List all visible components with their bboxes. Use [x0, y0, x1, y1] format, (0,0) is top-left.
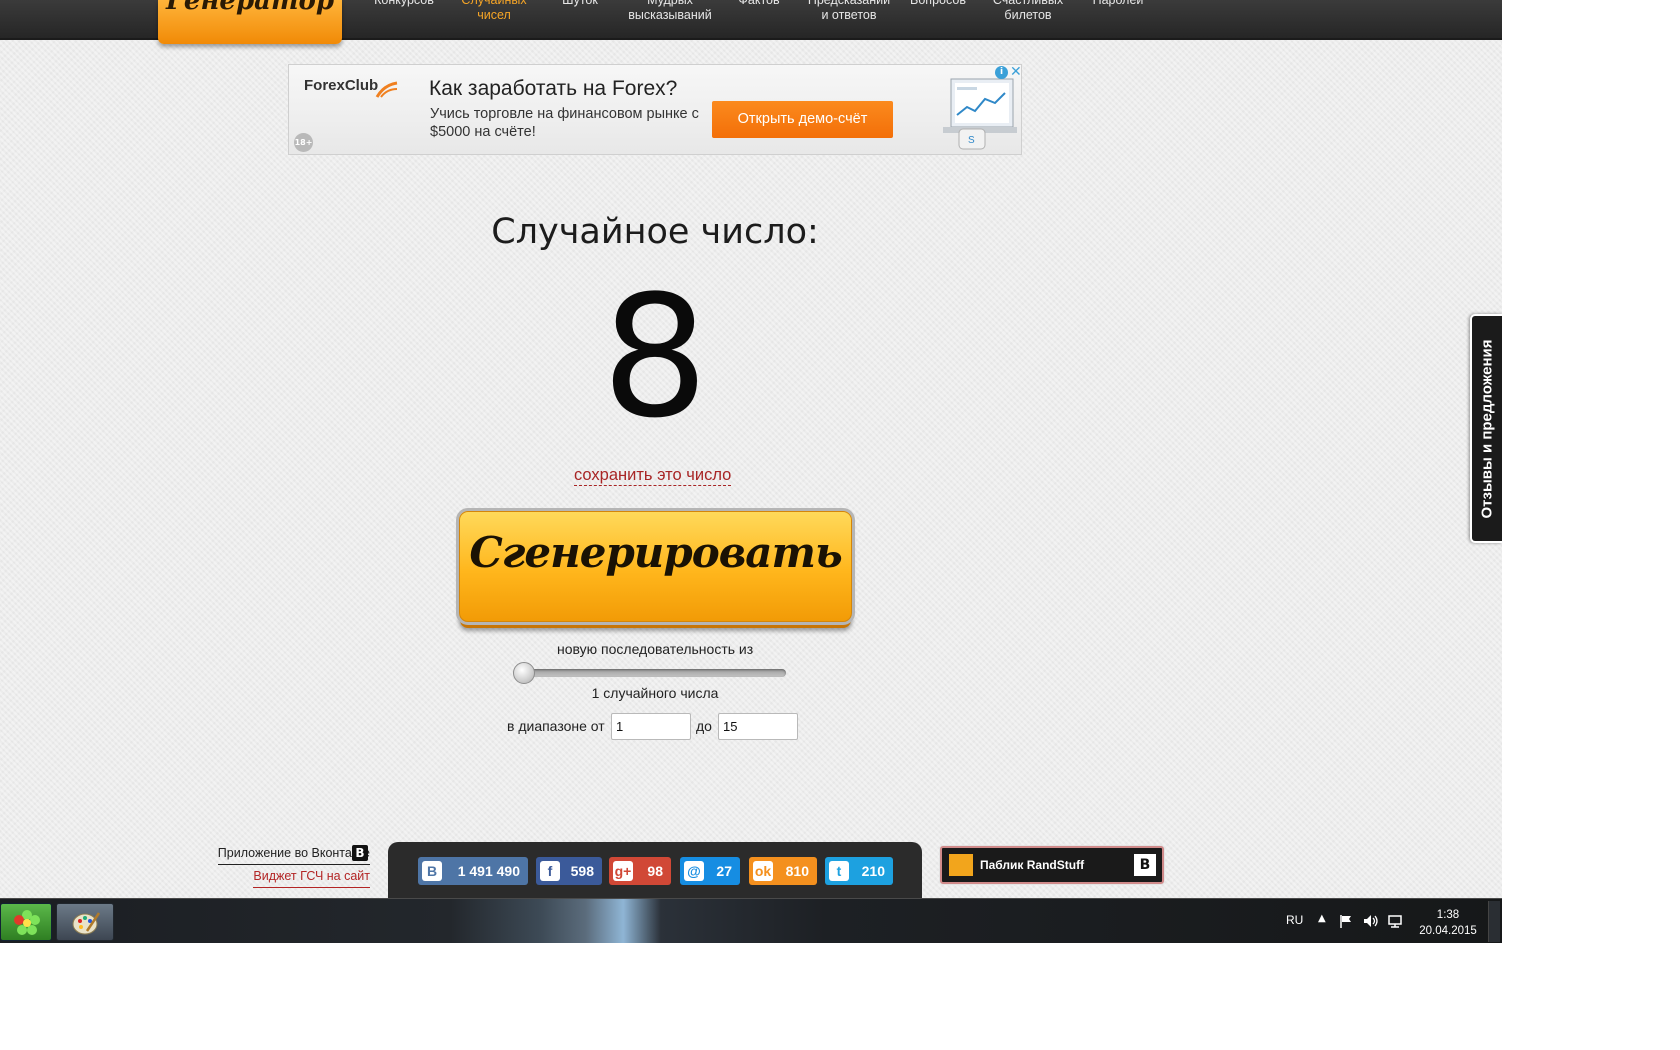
show-desktop-button[interactable]	[1488, 901, 1500, 942]
age-rating-badge: 18+	[294, 133, 313, 152]
share-mailru-button[interactable]: @27	[680, 857, 740, 885]
action-center-flag-icon[interactable]	[1338, 913, 1354, 929]
icq-flower-icon	[14, 910, 40, 935]
ad-text: Учись торговле на финансовом рынке с $50…	[430, 106, 699, 140]
nav-label: Конкурсов	[374, 0, 434, 7]
sequence-label: новую последовательность из	[557, 641, 754, 657]
nav-label: Случайных	[461, 0, 527, 7]
facebook-icon: f	[540, 861, 560, 881]
nav-item-quotes[interactable]: Мудрых высказываний	[620, 0, 720, 38]
nav-item-lucky-tickets[interactable]: Счастливых билетов	[978, 0, 1078, 38]
nav-label: чисел	[477, 8, 511, 22]
save-number-link[interactable]: сохранить это число	[574, 465, 732, 486]
clock-time: 1:38	[1436, 909, 1460, 921]
randstuff-logo-icon	[949, 854, 973, 876]
footer-links: Приложение во Вконтакте Виджет ГСЧ на са…	[150, 842, 370, 888]
share-count: 1 491 490	[457, 863, 520, 879]
nav-item-jokes[interactable]: Шуток	[530, 0, 630, 38]
mailru-icon: @	[684, 861, 704, 881]
nav-item-random-numbers[interactable]: Случайных чисел	[444, 0, 544, 38]
nav-item-questions[interactable]: Вопросов	[888, 0, 988, 38]
nav-label: Предсказаний	[807, 0, 891, 7]
laptop-chart-icon: S	[943, 78, 1017, 150]
range-from-input[interactable]	[611, 713, 691, 740]
ad-banner[interactable]: ForexClub Как заработать на Forex? Учись…	[288, 64, 1022, 155]
system-clock[interactable]: 1:38 20.04.2015	[1418, 907, 1478, 939]
nav-label: билетов	[1004, 8, 1052, 22]
range-to-input[interactable]	[718, 713, 798, 740]
count-label: 1 случайного числа	[591, 685, 719, 701]
nav-item-contests[interactable]: Конкурсов	[354, 0, 454, 38]
nav-label: Фактов	[738, 0, 780, 7]
range-to-label: до	[696, 718, 712, 734]
vk-icon: B	[422, 861, 442, 881]
nav-label: Вопросов	[910, 0, 966, 7]
share-count: 98	[647, 863, 663, 879]
ad-brand: ForexClub	[304, 77, 379, 94]
volume-icon[interactable]	[1362, 913, 1380, 929]
icq-taskbar-button[interactable]	[0, 903, 52, 941]
range-from-label: в диапазоне от	[507, 718, 605, 734]
ad-close-icon[interactable]: ✕	[1010, 64, 1022, 80]
forexclub-mark-icon	[375, 81, 398, 98]
page-title: Случайное число:	[491, 212, 819, 252]
site-logo[interactable]: Генератор	[158, 0, 342, 44]
nav-item-facts[interactable]: Фактов	[709, 0, 809, 38]
share-facebook-button[interactable]: f 598	[536, 857, 602, 885]
tray-expand-icon[interactable]: ▲	[1318, 913, 1326, 924]
share-vk-button[interactable]: B 1 491 490	[418, 857, 528, 885]
svg-text:S: S	[968, 135, 975, 146]
paint-palette-icon	[72, 912, 101, 935]
google-plus-icon: g+	[613, 861, 633, 881]
nav-label: Мудрых	[647, 0, 693, 7]
generate-button-label: Сгенерировать	[469, 528, 842, 577]
widget-link[interactable]: Виджет ГСЧ на сайт	[253, 865, 370, 888]
share-twitter-button[interactable]: t 210	[825, 857, 893, 885]
paint-taskbar-button[interactable]	[56, 903, 114, 941]
twitter-icon: t	[829, 861, 849, 881]
vk-public-widget[interactable]: Паблик RandStuff B	[940, 846, 1164, 884]
ad-open-demo-button[interactable]: Открыть демо-счёт	[712, 101, 893, 138]
share-odnoklassniki-button[interactable]: ok 810	[749, 857, 817, 885]
browser-viewport: Генератор Конкурсов Случайных чисел Шуток…	[0, 0, 1502, 943]
nav-label: Шуток	[562, 0, 598, 7]
share-count: 27	[716, 863, 732, 879]
feedback-tab[interactable]: Отзывы и предложения	[1470, 314, 1502, 543]
vk-icon: B	[1134, 854, 1156, 876]
language-indicator[interactable]: RU	[1286, 913, 1303, 927]
share-google-plus-button[interactable]: g+ 98	[609, 857, 671, 885]
odnoklassniki-icon: ok	[753, 861, 773, 881]
count-slider-handle[interactable]	[513, 662, 535, 684]
nav-label: и ответов	[821, 8, 877, 22]
ad-title: Как заработать на Forex?	[429, 77, 678, 100]
nav-item-passwords[interactable]: Паролей	[1068, 0, 1168, 38]
nav-label: высказываний	[628, 8, 712, 22]
feedback-tab-label: Отзывы и предложения	[1478, 338, 1496, 519]
share-count: 810	[785, 863, 809, 879]
generate-button[interactable]: Сгенерировать	[459, 511, 852, 622]
ad-info-icon[interactable]: i	[995, 66, 1008, 79]
share-count: 210	[861, 863, 885, 879]
nav-item-predictions[interactable]: Предсказаний и ответов	[799, 0, 899, 38]
share-count: 598	[570, 863, 594, 879]
site-logo-text: Генератор	[165, 0, 335, 16]
vk-icon[interactable]: B	[352, 845, 368, 861]
clock-date: 20.04.2015	[1419, 925, 1477, 937]
public-label: Паблик RandStuff	[980, 858, 1085, 872]
count-slider-track[interactable]	[520, 669, 786, 677]
nav-label: Счастливых	[992, 0, 1064, 7]
nav-label: Паролей	[1092, 0, 1144, 7]
network-icon[interactable]	[1386, 913, 1404, 929]
random-number-display: 8	[601, 259, 709, 455]
windows-taskbar: RU ▲ 1:38 20.04.2015	[0, 898, 1502, 943]
top-navigation: Генератор Конкурсов Случайных чисел Шуток…	[0, 0, 1502, 44]
share-bar: B 1 491 490 f 598 g+ 98 @27 ok 810 t 210	[388, 842, 922, 900]
vk-app-link[interactable]: Приложение во Вконтакте	[217, 842, 370, 865]
